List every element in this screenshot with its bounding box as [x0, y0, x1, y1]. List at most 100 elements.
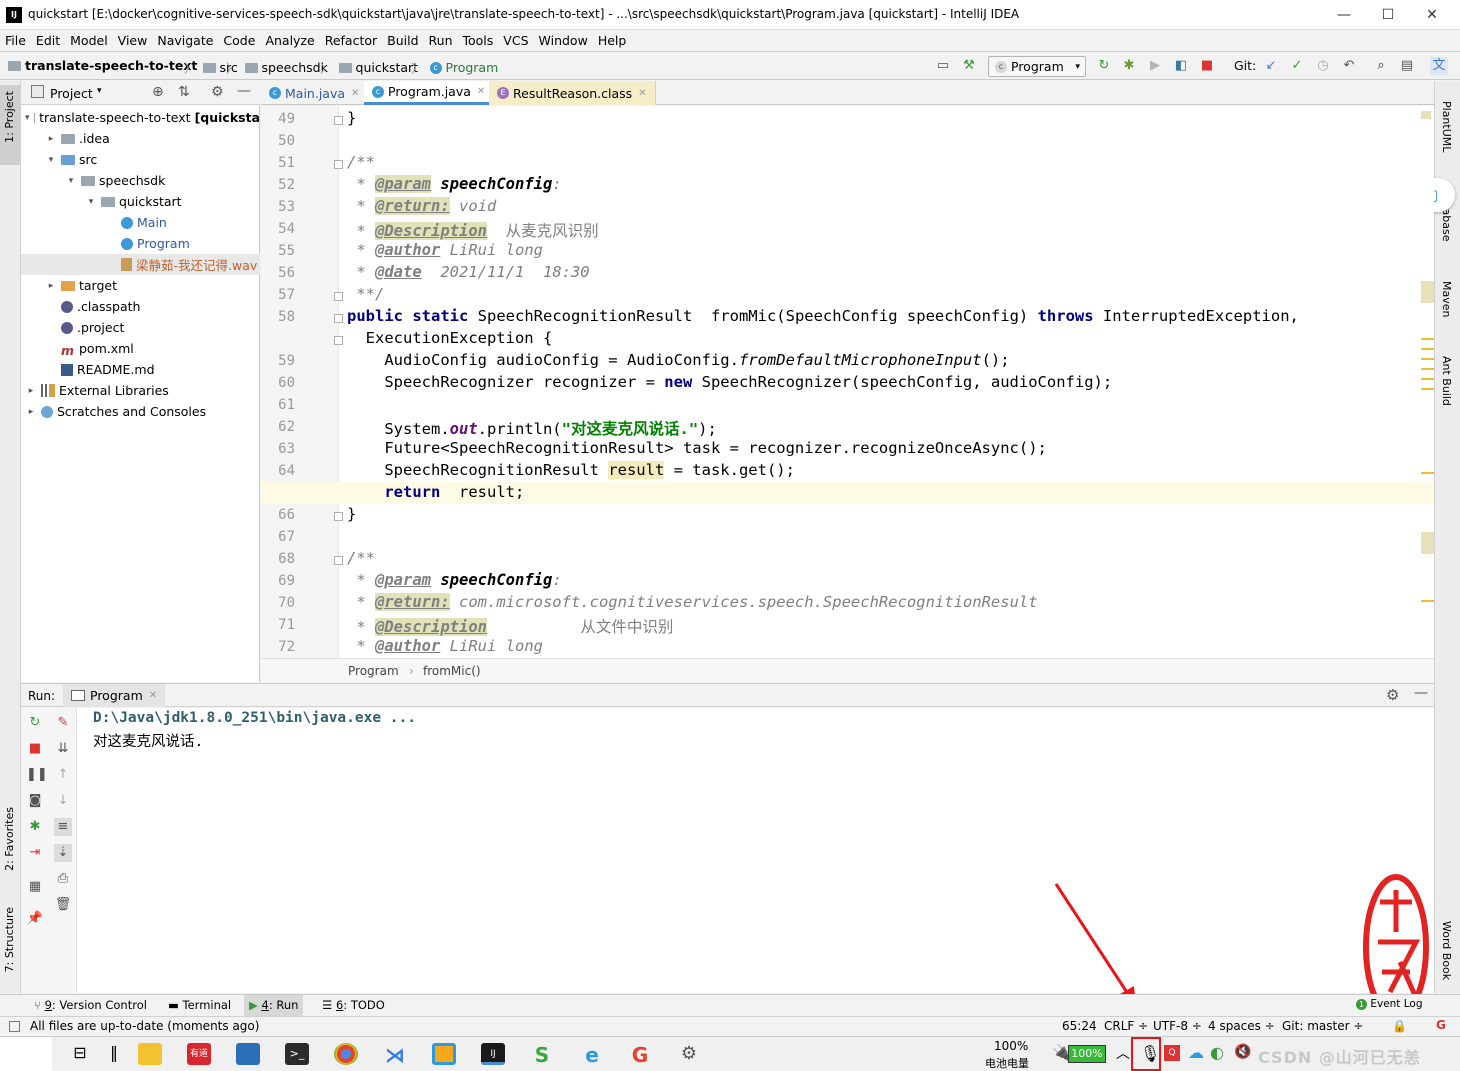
git-commit-icon[interactable]: ✓ — [1288, 57, 1306, 75]
chevron-right-icon[interactable]: ▸ — [45, 281, 57, 291]
fold-marker-icon[interactable] — [334, 556, 343, 565]
chevron-down-icon[interactable]: ▾ — [65, 176, 77, 186]
fold-marker-icon[interactable] — [334, 160, 343, 169]
file-encoding[interactable]: UTF-8 ÷ — [1153, 1019, 1202, 1033]
search-icon[interactable]: ⌕ — [1372, 57, 1390, 75]
tree-item[interactable]: 梁静茹-我还记得.wav — [21, 254, 260, 275]
chevron-right-icon[interactable]: ▸ — [45, 134, 57, 144]
fold-marker-icon[interactable] — [334, 314, 343, 323]
tree-item[interactable]: ▾ src — [21, 149, 260, 170]
gear-icon[interactable]: ⚙ — [1386, 686, 1399, 704]
lock-icon[interactable]: 🔒 — [1392, 1019, 1407, 1033]
menu-item-refactor[interactable]: Refactor — [322, 33, 380, 48]
chevron-right-icon[interactable]: ▸ — [25, 407, 37, 417]
debug-bug-icon[interactable]: ✱ — [26, 818, 44, 836]
hide-panel-icon[interactable]: — — [1414, 685, 1428, 701]
tree-item[interactable]: README.md — [21, 359, 260, 380]
nav-crumb-speechsdk[interactable]: 〉 speechsdk — [226, 58, 328, 77]
menu-item-analyze[interactable]: Analyze — [262, 33, 317, 48]
hide-panel-icon[interactable]: — — [237, 83, 251, 99]
tool-tab-todo[interactable]: ☰ 6: TODO — [322, 998, 385, 1012]
tool-tab-favorites[interactable]: 2: Favorites — [3, 807, 16, 871]
menu-item-window[interactable]: Window — [536, 33, 591, 48]
chevron-down-icon[interactable]: ▾ — [85, 197, 97, 207]
debug-bug-icon[interactable]: ✱ — [1120, 57, 1138, 75]
print-icon[interactable]: ⎙ — [54, 870, 72, 888]
tool-tab-word-book[interactable]: Word Book — [1440, 921, 1453, 980]
menu-item-view[interactable]: View — [115, 33, 151, 48]
trash-icon[interactable]: 🗑 — [54, 896, 72, 914]
code-editor[interactable]: 4950515253545556575859606162636465666768… — [261, 106, 1434, 658]
run-config-select[interactable]: c Program ▾ — [988, 56, 1086, 77]
indent-setting[interactable]: 4 spaces ÷ — [1208, 1019, 1275, 1033]
app-icon[interactable] — [432, 1043, 456, 1065]
tree-item[interactable]: .project — [21, 317, 260, 338]
nav-crumb-program[interactable]: 〉 c Program — [411, 58, 498, 77]
tool-tab-run[interactable]: ▶ 4: Run — [244, 995, 304, 1016]
chevron-down-icon[interactable]: ▾ — [45, 155, 57, 165]
stop-icon[interactable]: ■ — [1198, 57, 1216, 75]
tab-program-java[interactable]: c Program.java ✕ — [364, 81, 495, 105]
rerun-icon[interactable]: ↻ — [26, 714, 44, 732]
close-icon[interactable]: ✕ — [638, 88, 646, 99]
menu-item-tools[interactable]: Tools — [460, 33, 497, 48]
status-toggle-icon[interactable] — [9, 1021, 20, 1032]
close-button[interactable]: ✕ — [1410, 2, 1454, 28]
battery-indicator[interactable]: 100% — [1068, 1045, 1106, 1063]
menu-item-build[interactable]: Build — [384, 33, 421, 48]
tool-tab-ant-build[interactable]: Ant Build — [1440, 356, 1453, 406]
vscode-icon[interactable]: ⋊ — [383, 1043, 407, 1067]
scroll-to-end-icon[interactable]: ⇣ — [54, 844, 72, 862]
fold-marker-icon[interactable] — [334, 512, 343, 521]
tree-item[interactable]: Main — [21, 212, 260, 233]
volume-muted-icon[interactable]: 🔇 — [1234, 1044, 1251, 1060]
microphone-icon[interactable]: 🎙 — [1140, 1044, 1160, 1063]
tool-tab-terminal[interactable]: ▬ Terminal — [168, 998, 231, 1012]
chevron-right-icon[interactable]: ▸ — [25, 386, 37, 396]
rerun-icon[interactable]: ↻ — [1095, 57, 1113, 75]
tree-item[interactable]: .classpath — [21, 296, 260, 317]
layout-icon[interactable]: ▦ — [26, 878, 44, 896]
fold-marker-icon[interactable] — [334, 116, 343, 125]
up-arrow-icon[interactable]: ↑ — [54, 766, 72, 784]
close-icon[interactable]: ✕ — [149, 690, 157, 701]
menu-item-vcs[interactable]: VCS — [500, 33, 531, 48]
task-view-icon[interactable]: ⊟ — [68, 1043, 92, 1065]
wps-icon[interactable]: G — [628, 1043, 652, 1067]
chevron-down-icon[interactable]: ▾ — [25, 113, 30, 123]
project-structure-icon[interactable]: ▭ — [934, 57, 952, 75]
tool-tab-plantuml[interactable]: PlantUML — [1440, 101, 1453, 152]
tab-main-java[interactable]: c Main.java ✕ — [261, 81, 369, 105]
file-explorer-icon[interactable] — [138, 1043, 162, 1065]
minimize-button[interactable]: — — [1322, 2, 1366, 28]
run-icon[interactable]: ▶ — [1146, 57, 1164, 75]
menu-item-model[interactable]: Model — [67, 33, 111, 48]
git-branch[interactable]: Git: master ÷ — [1282, 1019, 1363, 1033]
coverage-icon[interactable]: ◧ — [1172, 57, 1190, 75]
translate-icon[interactable]: 文 — [1430, 57, 1448, 75]
chrome-icon[interactable] — [334, 1043, 358, 1065]
close-icon[interactable]: ✕ — [351, 88, 359, 99]
menu-item-edit[interactable]: Edit — [33, 33, 63, 48]
menu-item-navigate[interactable]: Navigate — [154, 33, 216, 48]
tool-tab-version-control[interactable]: ⑂ 9: Version Control — [34, 998, 147, 1012]
tree-item[interactable]: ▸ External Libraries — [21, 380, 260, 401]
git-rollback-icon[interactable]: ↶ — [1340, 57, 1358, 75]
tab-resultreason-class[interactable]: E ResultReason.class ✕ — [489, 81, 656, 105]
ie-icon[interactable]: e — [580, 1043, 604, 1067]
line-separator[interactable]: CRLF ÷ — [1104, 1019, 1148, 1033]
breadcrumb-method[interactable]: fromMic() — [423, 664, 481, 678]
tool-tab-project[interactable]: 1: Project — [3, 91, 16, 143]
tree-item[interactable]: ▸ Scratches and Consoles — [21, 401, 260, 422]
gear-icon[interactable]: ⚙ — [211, 84, 224, 100]
stop-icon[interactable]: ■ — [26, 740, 44, 758]
tool-tab-maven[interactable]: Maven — [1440, 281, 1453, 317]
youdao-dict-icon[interactable]: 有道 — [187, 1043, 211, 1065]
pause-icon[interactable]: ❚❚ — [26, 766, 48, 784]
git-history-icon[interactable]: ◷ — [1314, 57, 1332, 75]
fold-marker-icon[interactable] — [334, 336, 343, 345]
project-view-select[interactable]: Project — [50, 86, 93, 101]
camera-icon[interactable]: ◙ — [26, 792, 44, 810]
menu-item-help[interactable]: Help — [595, 33, 630, 48]
maximize-button[interactable]: ☐ — [1366, 2, 1410, 28]
